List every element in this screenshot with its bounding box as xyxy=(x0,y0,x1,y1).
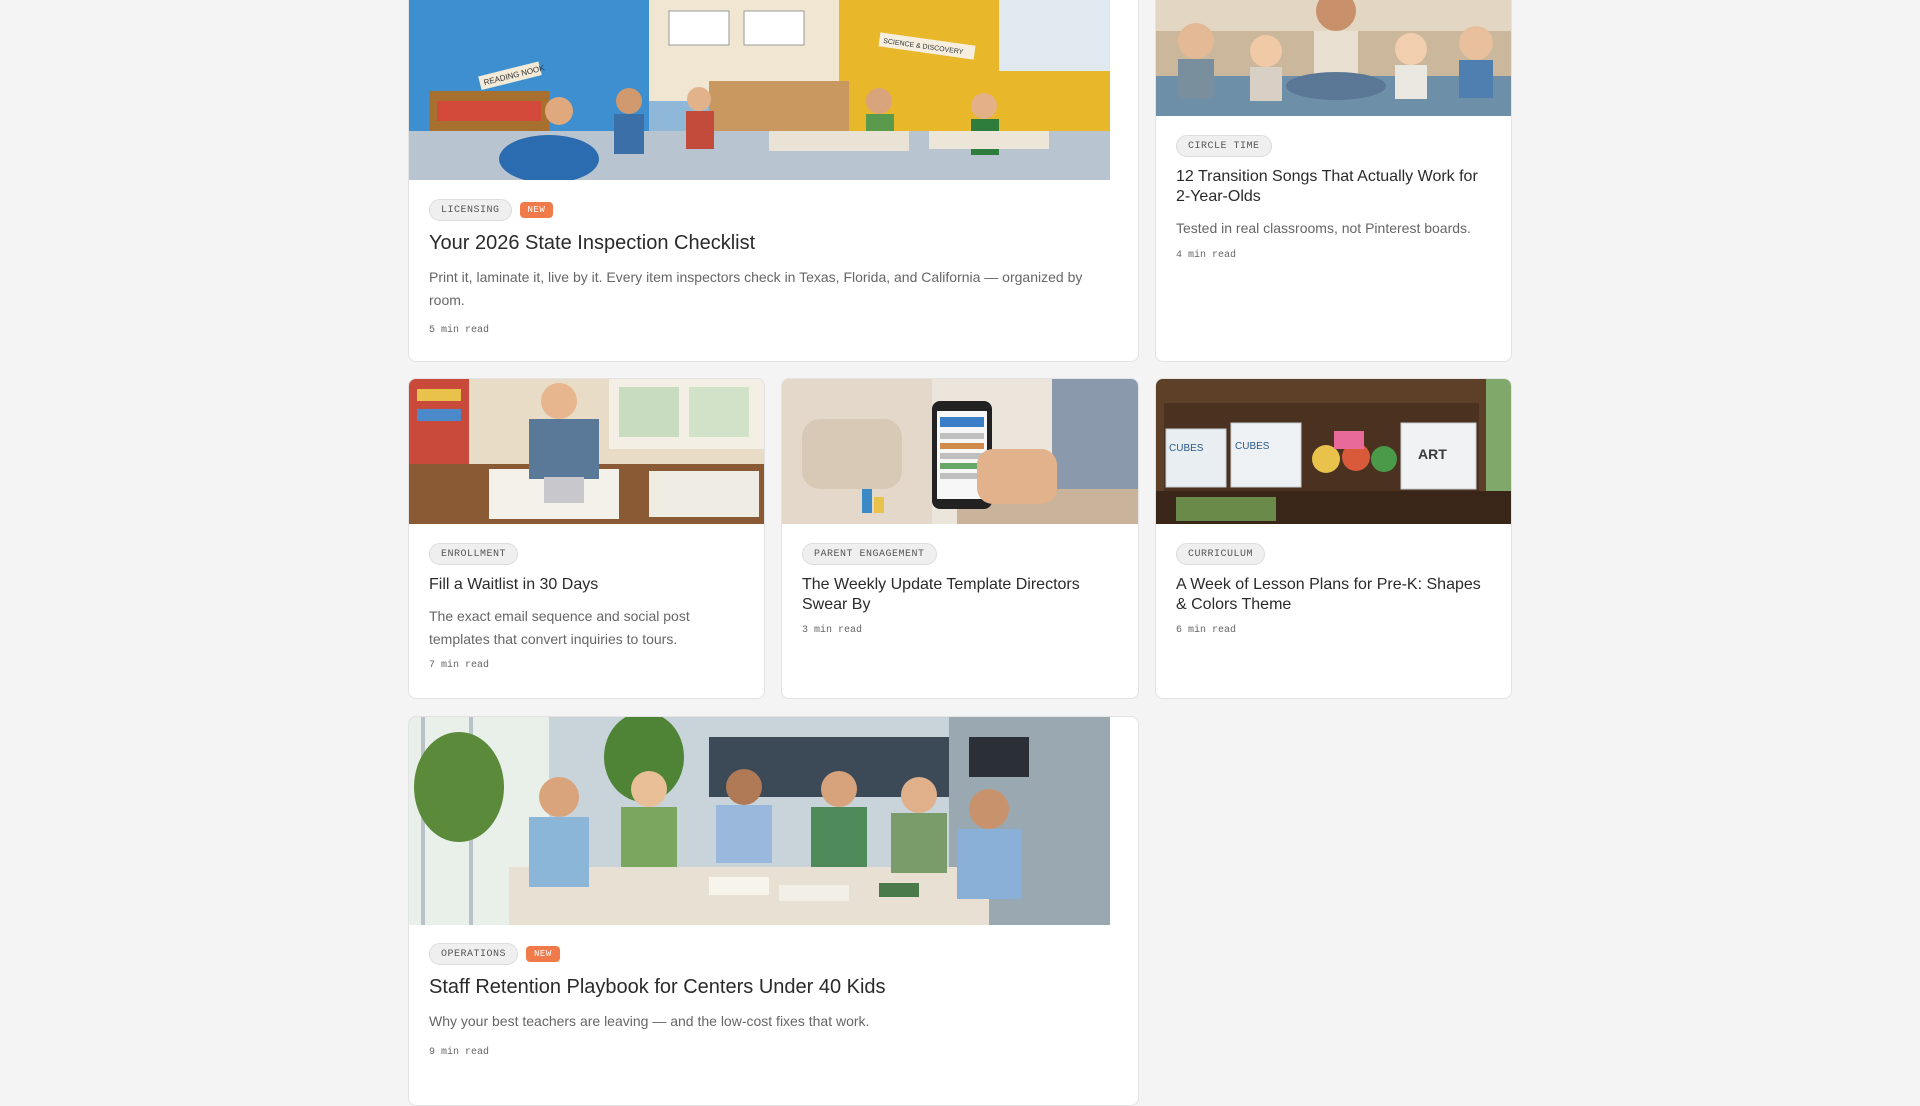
article-excerpt: Print it, laminate it, live by it. Every… xyxy=(429,269,1083,308)
article-excerpt: Tested in real classrooms, not Pinterest… xyxy=(1176,220,1471,236)
article-title[interactable]: The Weekly Update Template Directors Swe… xyxy=(802,575,1118,615)
category-tag[interactable]: CIRCLE TIME xyxy=(1176,135,1272,157)
read-time: 6 min read xyxy=(1176,625,1237,636)
article-title[interactable]: 12 Transition Songs That Actually Work f… xyxy=(1176,167,1491,207)
article-image-phone xyxy=(782,379,1138,524)
article-card-licensing[interactable]: READING NOOK SCIENCE & DISCOVERY LICENSI… xyxy=(408,0,1139,362)
article-card-enrollment[interactable]: ENROLLMENT Fill a Waitlist in 30 Days Th… xyxy=(408,378,765,699)
article-image-classroom: READING NOOK SCIENCE & DISCOVERY xyxy=(409,0,1110,180)
category-tag[interactable]: LICENSING xyxy=(429,199,512,221)
article-title[interactable]: Fill a Waitlist in 30 Days xyxy=(429,575,744,595)
article-image-circle-time xyxy=(1156,0,1511,116)
article-card-parent-engagement[interactable]: PARENT ENGAGEMENT The Weekly Update Temp… xyxy=(781,378,1139,699)
read-time: 7 min read xyxy=(429,660,490,672)
category-tag[interactable]: CURRICULUM xyxy=(1176,543,1266,565)
bin-label-art: ART xyxy=(1418,446,1447,462)
article-excerpt: Why your best teachers are leaving — and… xyxy=(429,1013,870,1029)
article-image-shelf: CUBES CUBES ART xyxy=(1156,379,1511,524)
article-card-curriculum[interactable]: CUBES CUBES ART CURRICULUM A Week of Les… xyxy=(1155,378,1512,699)
article-card-operations[interactable]: OPERATIONS NEW Staff Retention Playbook … xyxy=(408,716,1139,1106)
article-image-staff-meeting xyxy=(409,717,1110,925)
article-card-circle-time[interactable]: CIRCLE TIME 12 Transition Songs That Act… xyxy=(1155,0,1512,362)
new-badge: NEW xyxy=(526,946,560,962)
bin-label-cubes-2: CUBES xyxy=(1235,441,1270,452)
read-time: 4 min read xyxy=(1176,249,1237,261)
article-title[interactable]: A Week of Lesson Plans for Pre-K: Shapes… xyxy=(1176,575,1491,615)
category-tag[interactable]: PARENT ENGAGEMENT xyxy=(802,543,937,565)
article-title[interactable]: Your 2026 State Inspection Checklist xyxy=(429,231,1118,256)
article-image-desk xyxy=(409,379,764,524)
article-title[interactable]: Staff Retention Playbook for Centers Und… xyxy=(429,975,1118,1000)
read-time: 9 min read xyxy=(429,1046,490,1058)
read-time: 5 min read xyxy=(429,325,490,337)
new-badge: NEW xyxy=(519,202,554,218)
bin-label-cubes: CUBES xyxy=(1169,443,1204,454)
article-excerpt: The exact email sequence and social post… xyxy=(429,608,690,647)
read-time: 3 min read xyxy=(802,625,863,636)
category-tag[interactable]: OPERATIONS xyxy=(429,943,519,965)
category-tag[interactable]: ENROLLMENT xyxy=(429,543,519,565)
